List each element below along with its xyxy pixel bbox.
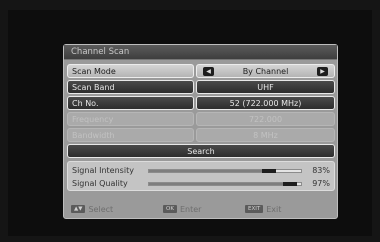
channel-number-value[interactable]: 52 (722.000 MHz) [196,96,335,110]
arrow-right-icon[interactable]: ▶ [317,67,328,76]
row-channel-number[interactable]: Ch No. 52 (722.000 MHz) [67,96,335,110]
signal-quality-row: Signal Quality 97% [72,177,330,190]
row-bandwidth: Bandwidth 8 MHz [67,128,335,142]
signal-intensity-value: 83% [312,166,330,175]
channel-number-label: Ch No. [67,96,194,110]
frequency-label: Frequency [67,112,194,126]
help-enter: OK Enter [163,205,245,214]
frequency-value: 722.000 [196,112,335,126]
help-bar: ▲▼ Select OK Enter EXIT Exit [67,203,335,215]
signal-quality-value: 97% [312,179,330,188]
signal-intensity-bar [148,168,302,173]
settings-list: Scan Mode ◀ By Channel ▶ Scan Band UHF C… [67,64,335,191]
signal-quality-fill [149,181,298,186]
signal-quality-label: Signal Quality [72,179,128,188]
scan-mode-label: Scan Mode [67,64,194,78]
help-exit: EXIT Exit [245,205,281,214]
tv-screen: Channel Scan Scan Mode ◀ By Channel ▶ Sc… [8,10,372,236]
scan-band-label: Scan Band [67,80,194,94]
scan-band-value[interactable]: UHF [196,80,335,94]
row-frequency: Frequency 722.000 [67,112,335,126]
exit-key-icon: EXIT [245,205,264,213]
enter-label: Enter [179,204,202,214]
row-scan-mode[interactable]: Scan Mode ◀ By Channel ▶ [67,64,335,78]
select-key-icon: ▲▼ [71,205,86,213]
channel-scan-window: Channel Scan Scan Mode ◀ By Channel ▶ Sc… [63,44,338,219]
scan-mode-selector[interactable]: ◀ By Channel ▶ [196,64,335,78]
scan-mode-value: By Channel [242,67,289,76]
signal-panel: Signal Intensity 83% Signal Quality 97% [67,161,335,191]
help-select: ▲▼ Select [71,205,163,214]
signal-intensity-row: Signal Intensity 83% [72,164,330,177]
bandwidth-value: 8 MHz [196,128,335,142]
arrow-left-icon[interactable]: ◀ [203,67,214,76]
row-scan-band[interactable]: Scan Band UHF [67,80,335,94]
signal-quality-bar [148,181,302,186]
window-title: Channel Scan [64,45,337,60]
search-button[interactable]: Search [67,144,335,158]
signal-intensity-fill [149,168,277,173]
ok-key-icon: OK [163,205,177,213]
exit-label: Exit [266,204,282,214]
bandwidth-label: Bandwidth [67,128,194,142]
select-label: Select [88,204,114,214]
signal-intensity-label: Signal Intensity [72,166,134,175]
